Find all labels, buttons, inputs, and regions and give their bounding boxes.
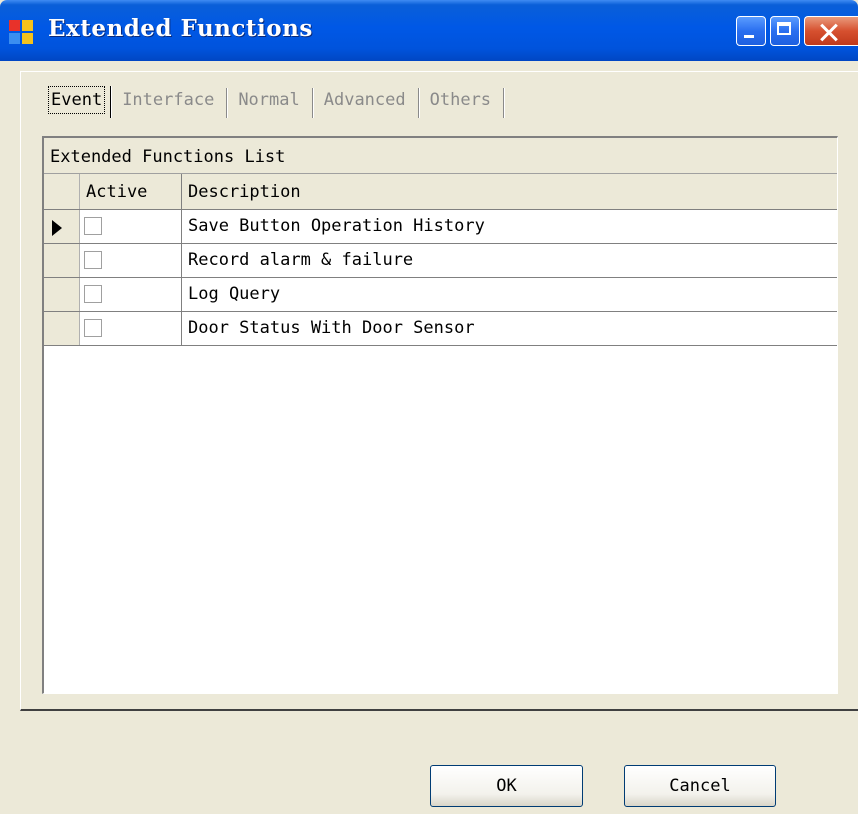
title-bar[interactable]: Extended Functions: [0, 0, 858, 61]
tab-label: Interface: [122, 90, 215, 110]
column-header-active[interactable]: Active: [80, 174, 182, 209]
current-row-pointer-icon: [52, 220, 62, 236]
description-cell[interactable]: Save Button Operation History: [182, 210, 837, 243]
column-header-description[interactable]: Description: [182, 174, 837, 209]
active-checkbox[interactable]: [84, 217, 102, 235]
active-cell[interactable]: [80, 312, 182, 345]
table-row[interactable]: Record alarm & failure: [44, 244, 837, 278]
tab-others[interactable]: Others: [418, 82, 505, 118]
tab-label: Others: [429, 90, 492, 110]
tab-strip: Event Interface Normal Advanced Others: [43, 80, 505, 120]
minimize-button[interactable]: [736, 16, 766, 46]
active-checkbox[interactable]: [84, 285, 102, 303]
tab-event[interactable]: Event: [43, 82, 112, 118]
table-row[interactable]: Save Button Operation History: [44, 210, 837, 244]
tab-label: Event: [48, 86, 106, 114]
window-title: Extended Functions: [48, 15, 313, 42]
app-window-icon[interactable]: [9, 20, 33, 44]
row-header[interactable]: [44, 244, 80, 277]
row-header-corner: [44, 174, 80, 209]
row-header[interactable]: [44, 210, 80, 243]
active-checkbox[interactable]: [84, 251, 102, 269]
extended-functions-grid[interactable]: Extended Functions List Active Descripti…: [42, 136, 838, 694]
tab-advanced[interactable]: Advanced: [312, 82, 419, 118]
grid-header-row: Active Description: [44, 174, 837, 210]
table-row[interactable]: Log Query: [44, 278, 837, 312]
grid-caption: Extended Functions List: [44, 138, 837, 174]
row-header[interactable]: [44, 278, 80, 311]
tab-interface[interactable]: Interface: [110, 82, 228, 118]
maximize-button[interactable]: [770, 16, 800, 46]
ok-button[interactable]: OK: [430, 765, 583, 807]
active-cell[interactable]: [80, 244, 182, 277]
active-cell[interactable]: [80, 210, 182, 243]
active-checkbox[interactable]: [84, 319, 102, 337]
row-header[interactable]: [44, 312, 80, 345]
description-cell[interactable]: Door Status With Door Sensor: [182, 312, 837, 345]
description-cell[interactable]: Log Query: [182, 278, 837, 311]
tab-label: Normal: [238, 90, 300, 110]
tab-label: Advanced: [323, 90, 406, 110]
table-row[interactable]: Door Status With Door Sensor: [44, 312, 837, 346]
close-button[interactable]: [804, 16, 858, 46]
description-cell[interactable]: Record alarm & failure: [182, 244, 837, 277]
cancel-button[interactable]: Cancel: [624, 765, 776, 807]
tab-normal[interactable]: Normal: [226, 82, 313, 118]
active-cell[interactable]: [80, 278, 182, 311]
